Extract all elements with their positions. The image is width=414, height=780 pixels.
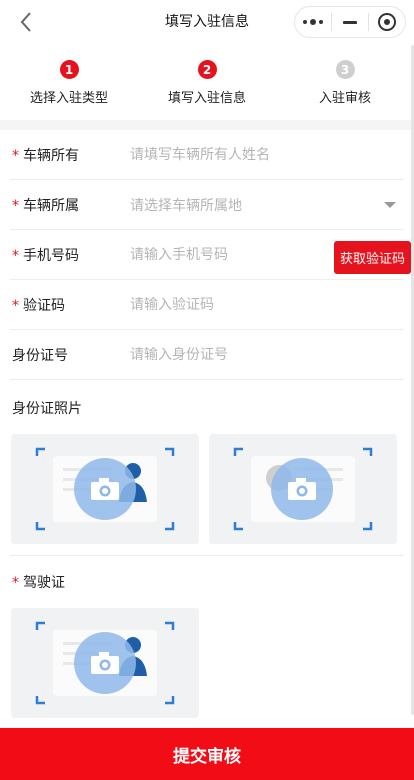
required-mark: * <box>12 147 19 164</box>
location-label: * 车辆所属 <box>12 197 79 214</box>
owner-name-input[interactable] <box>120 146 404 163</box>
id-number-label: 身份证号 <box>12 347 68 364</box>
phone-label: * 手机号码 <box>12 247 79 264</box>
close-target-icon <box>378 13 396 31</box>
required-mark: * <box>12 297 19 314</box>
step-select-type: 1 选择入驻类型 <box>0 52 138 118</box>
license-illustration <box>35 621 175 705</box>
step-label: 填写入驻信息 <box>167 91 246 106</box>
step-number: 2 <box>197 60 217 79</box>
step-label: 选择入驻类型 <box>29 91 108 106</box>
section-separator <box>0 120 414 130</box>
progress-steps: 1 选择入驻类型 2 填写入驻信息 3 入驻审核 <box>0 52 414 118</box>
owner-label: * 车辆所有 <box>12 147 79 164</box>
dropdown-caret-icon <box>384 202 396 208</box>
section-divider <box>10 555 404 556</box>
code-label: * 验证码 <box>12 297 65 314</box>
step-label: 入驻审核 <box>318 91 371 106</box>
minimize-icon <box>343 20 357 24</box>
more-button[interactable] <box>295 7 331 37</box>
step-number: 1 <box>59 60 79 79</box>
more-dots-icon <box>303 19 323 25</box>
owner-row: * 车辆所有 <box>10 130 404 180</box>
step-number: 3 <box>335 60 355 79</box>
get-code-button[interactable]: 获取验证码 <box>333 241 411 274</box>
location-select[interactable]: 请选择车辆所属地 <box>120 195 404 215</box>
step-fill-info: 2 填写入驻信息 <box>138 52 276 118</box>
license-title: * 驾驶证 <box>12 575 65 591</box>
close-button[interactable] <box>369 7 405 37</box>
license-upload[interactable] <box>11 608 199 718</box>
minimize-button[interactable] <box>332 7 368 37</box>
id-photo-title: 身份证照片 <box>12 401 82 417</box>
id-number-row: 身份证号 <box>10 330 404 380</box>
step-review: 3 入驻审核 <box>276 52 414 118</box>
navigation-bar: 填写入驻信息 <box>0 0 414 44</box>
phone-row: *手机号码 获取验证码 <box>10 230 411 280</box>
submit-button[interactable]: 提交审核 <box>0 728 414 780</box>
id-back-upload[interactable] <box>209 434 397 544</box>
registration-form: *车辆所有 *车辆所属 请选择车辆所属地 *手机号码 获取验证码 *验证码 身份… <box>0 130 414 380</box>
code-row: * 验证码 <box>10 280 404 330</box>
id-front-illustration <box>35 447 175 531</box>
id-number-input[interactable] <box>120 346 404 363</box>
location-row[interactable]: * 车辆所属 请选择车辆所属地 <box>10 180 404 230</box>
required-mark: * <box>12 247 19 264</box>
required-mark: * <box>12 197 19 214</box>
mini-program-capsule <box>294 6 406 38</box>
required-mark: * <box>12 575 19 591</box>
verification-code-input[interactable] <box>120 296 404 313</box>
id-front-upload[interactable] <box>11 434 199 544</box>
id-back-illustration <box>233 447 373 531</box>
